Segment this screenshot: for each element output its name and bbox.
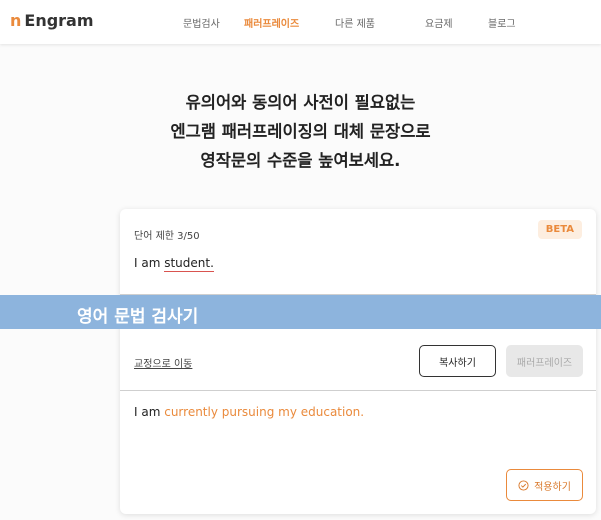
paraphrase-editor-card: 단어 제한 3/50 BETA I am student. 교정으로 이동 복사… <box>120 209 596 514</box>
hero-line-3: 영작문의 수준을 높여보세요. <box>200 151 401 170</box>
hero-line-2: 엔그램 패러프레이징의 대체 문장으로 <box>170 122 431 141</box>
nav-item-grammar-check[interactable]: 문법검사 <box>183 0 220 44</box>
apply-button[interactable]: 적용하기 <box>506 469 583 501</box>
result-highlight[interactable]: currently pursuing my education. <box>164 405 364 419</box>
goto-correction-link[interactable]: 교정으로 이동 <box>134 355 192 370</box>
result-prefix: I am <box>134 405 165 419</box>
title-banner: 영어 문법 검사기 <box>0 295 601 329</box>
hero-line-1: 유의어와 동의어 사전이 필요없는 <box>185 93 416 112</box>
input-error-word[interactable]: student. <box>164 256 214 272</box>
top-nav-bar: n Engram 문법검사 패러프레이즈 다른 제품 요금제 블로그 <box>0 0 601 44</box>
beta-badge: BETA <box>537 220 582 239</box>
nav-item-label: 문법검사 <box>183 18 220 30</box>
copy-button[interactable]: 복사하기 <box>419 345 496 377</box>
paraphrase-result: I am currently pursuing my education. <box>134 405 364 419</box>
word-limit-counter: 단어 제한 3/50 <box>134 231 200 242</box>
engram-logo[interactable]: n Engram <box>10 11 94 30</box>
nav-item-pricing[interactable]: 요금제 <box>425 0 453 44</box>
nav-item-label: 패러프레이즈 <box>244 18 300 30</box>
paraphrase-button[interactable]: 패러프레이즈 <box>506 345 583 377</box>
logo-mark: n <box>10 11 22 30</box>
hero-heading: 유의어와 동의어 사전이 필요없는 엔그램 패러프레이징의 대체 문장으로 영작… <box>0 88 601 175</box>
nav-item-other-products[interactable]: 다른 제품 <box>335 0 375 44</box>
banner-title: 영어 문법 검사기 <box>77 307 199 327</box>
nav-item-label: 요금제 <box>425 18 453 30</box>
nav-item-paraphrase[interactable]: 패러프레이즈 <box>244 0 299 44</box>
logo-text: Engram <box>24 11 94 30</box>
input-sentence[interactable]: I am student. <box>134 256 214 272</box>
check-circle-icon <box>518 479 529 491</box>
nav-item-label: 다른 제품 <box>335 18 375 30</box>
nav-item-label: 블로그 <box>488 18 516 30</box>
apply-button-label: 적용하기 <box>534 481 571 493</box>
input-prefix: I am <box>134 256 165 270</box>
divider <box>120 390 596 391</box>
nav-item-blog[interactable]: 블로그 <box>488 0 516 44</box>
